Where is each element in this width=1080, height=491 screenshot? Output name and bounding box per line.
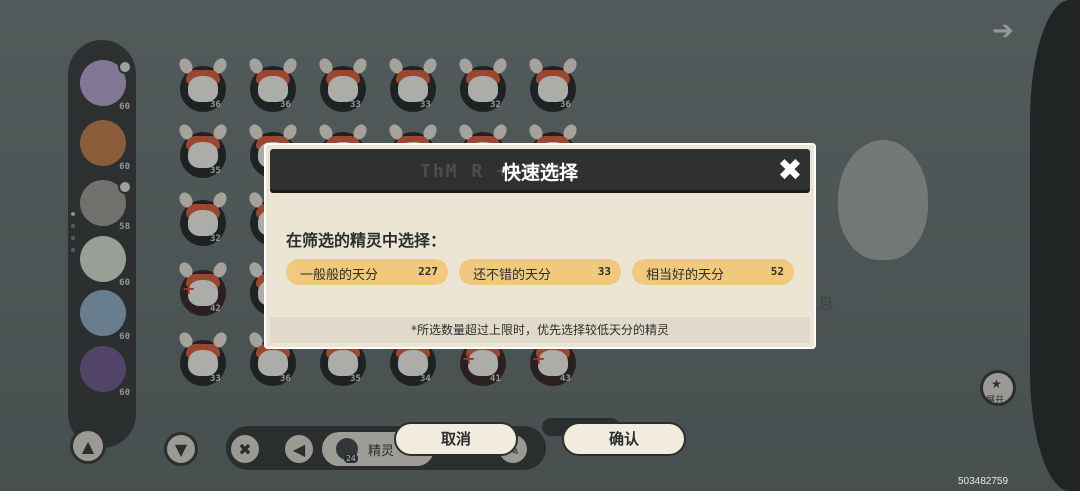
option-count: 52: [770, 265, 784, 278]
option-count: 227: [418, 265, 438, 278]
option-label: 还不错的天分: [473, 268, 552, 283]
close-icon[interactable]: ✖: [776, 156, 804, 186]
option-label: 一般般的天分: [300, 268, 379, 283]
user-id: 503482759: [958, 476, 1009, 487]
confirm-button[interactable]: 确认: [562, 422, 686, 456]
option-great-talent[interactable]: 相当好的天分 52: [632, 259, 794, 285]
cancel-button[interactable]: 取消: [394, 422, 518, 456]
option-label: 相当好的天分: [646, 268, 725, 283]
dialog-header: ThM R +XMMM 快速选择 ✖: [270, 149, 810, 193]
dialog-prompt: 在筛选的精灵中选择：: [286, 231, 447, 250]
option-average-talent[interactable]: 一般般的天分 227: [286, 259, 448, 285]
option-count: 33: [597, 265, 611, 278]
quick-select-dialog: ThM R +XMMM 快速选择 ✖ 在筛选的精灵中选择： 一般般的天分 227…: [264, 143, 816, 349]
option-good-talent[interactable]: 还不错的天分 33: [459, 259, 621, 285]
dialog-note: *所选数量超过上限时，优先选择较低天分的精灵: [270, 317, 810, 343]
dialog-title: 快速选择: [501, 162, 578, 184]
